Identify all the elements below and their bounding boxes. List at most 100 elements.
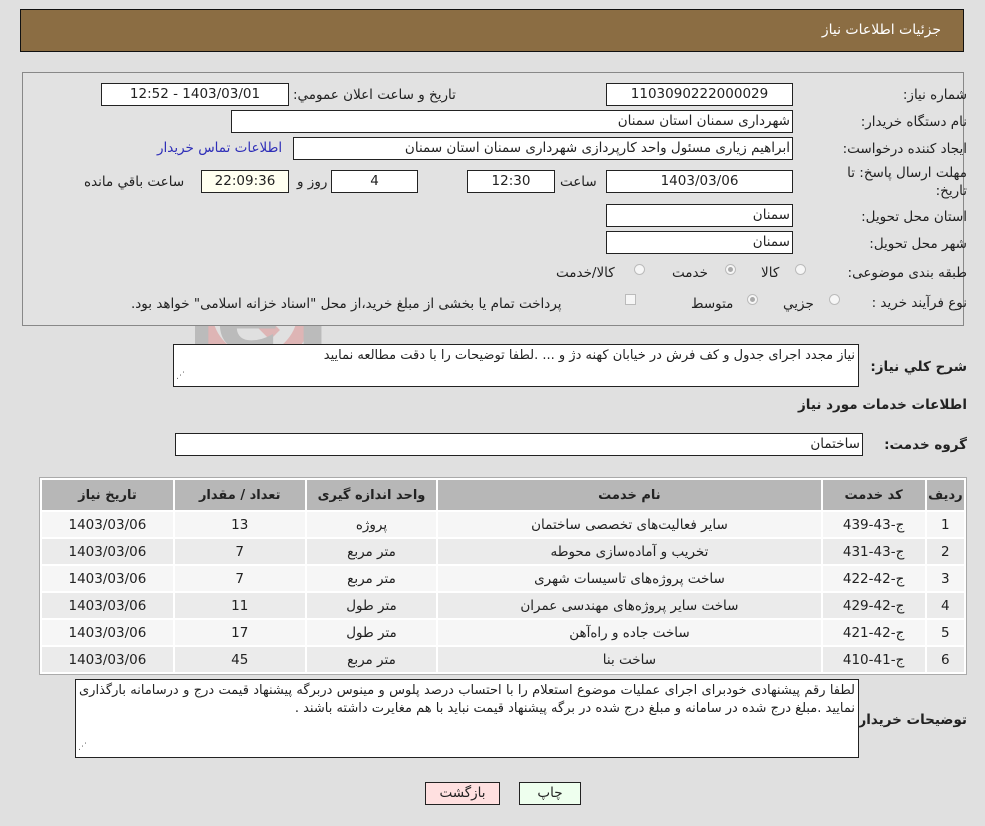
table-row: 6 ج-41-410 ساخت بنا متر مربع 45 1403/03/06 — [42, 647, 964, 672]
col-header-unit: واحد اندازه گيری — [306, 480, 437, 510]
table-row: 1 ج-43-439 سایر فعالیت‌های تخصصی ساختمان پر… — [42, 512, 964, 537]
cell-service-name: ساخت جاده و راه‌آهن — [438, 620, 821, 645]
buyer-contact-link[interactable]: اطلاعات تماس خريدار — [157, 140, 282, 156]
services-table: رديف کد خدمت نام خدمت واحد اندازه گيری ت… — [39, 477, 967, 675]
province-label: استان محل تحويل: — [861, 209, 967, 225]
category-option-service: خدمت — [672, 265, 708, 281]
cell-unit: پروژه — [306, 512, 437, 537]
deadline-label-2: تاریخ: — [935, 183, 967, 199]
category-radio-goods[interactable] — [795, 264, 806, 275]
cell-unit: متر مربع — [306, 539, 437, 564]
category-option-goods: کالا — [761, 265, 780, 281]
cell-quantity: 7 — [174, 566, 305, 591]
cell-row-number: 6 — [926, 647, 964, 672]
cell-service-code: ج-43-439 — [822, 512, 925, 537]
resize-grip-icon[interactable]: ⋰ — [78, 738, 87, 756]
cell-need-date: 1403/03/06 — [42, 647, 173, 672]
cell-quantity: 45 — [174, 647, 305, 672]
cell-service-code: ج-43-431 — [822, 539, 925, 564]
cell-need-date: 1403/03/06 — [42, 566, 173, 591]
col-header-need-date: تاريخ نياز — [42, 480, 173, 510]
requester-label: ايجاد کننده درخواست: — [842, 141, 967, 157]
buyer-notes-text: لطفا رقم پیشنهادی خودبرای اجرای عملیات م… — [79, 683, 855, 716]
cell-unit: متر مربع — [306, 566, 437, 591]
cell-unit: متر مربع — [306, 647, 437, 672]
cell-service-code: ج-41-410 — [822, 647, 925, 672]
page-header: جزئیات اطلاعات نیاز — [20, 9, 964, 52]
description-label: شرح کلي نياز: — [870, 359, 967, 375]
cell-service-name: تخریب و آماده‌سازی محوطه — [438, 539, 821, 564]
need-number-field[interactable]: 1103090222000029 — [606, 83, 793, 106]
resize-grip-icon[interactable]: ⋰ — [176, 367, 185, 385]
cell-service-code: ج-42-429 — [822, 593, 925, 618]
announce-datetime-label: تاریخ و ساعت اعلان عمومي: — [293, 87, 456, 103]
description-textarea[interactable]: نیاز مجدد اجرای جدول و کف فرش در خیابان … — [173, 344, 859, 387]
table-row: 3 ج-42-422 ساخت پروژه‌های تاسیسات شهری متر … — [42, 566, 964, 591]
cell-row-number: 4 — [926, 593, 964, 618]
deadline-label-1: مهلت ارسال پاسخ: تا — [847, 165, 967, 181]
cell-need-date: 1403/03/06 — [42, 620, 173, 645]
buyer-notes-label: توضيحات خريدار: — [853, 712, 967, 728]
col-header-quantity: تعداد / مقدار — [174, 480, 305, 510]
col-header-service-code: کد خدمت — [822, 480, 925, 510]
table-header-row: رديف کد خدمت نام خدمت واحد اندازه گيری ت… — [42, 480, 964, 510]
table-row: 4 ج-42-429 ساخت سایر پروژه‌های مهندسی عمرا… — [42, 593, 964, 618]
print-button[interactable]: چاپ — [519, 782, 581, 805]
purchase-option-minor: جزيي — [783, 296, 814, 312]
buyer-org-label: نام دستگاه خريدار: — [860, 114, 967, 130]
col-header-row-number: رديف — [926, 480, 964, 510]
cell-need-date: 1403/03/06 — [42, 512, 173, 537]
purchase-type-label: نوع فرآيند خريد : — [871, 295, 967, 311]
col-header-service-name: نام خدمت — [438, 480, 821, 510]
description-text: نیاز مجدد اجرای جدول و کف فرش در خیابان … — [323, 348, 855, 363]
cell-row-number: 3 — [926, 566, 964, 591]
category-radio-goods-service[interactable] — [634, 264, 645, 275]
cell-row-number: 1 — [926, 512, 964, 537]
days-label: روز و — [297, 174, 328, 190]
province-field[interactable]: سمنان — [606, 204, 793, 227]
cell-need-date: 1403/03/06 — [42, 539, 173, 564]
buyer-notes-textarea[interactable]: لطفا رقم پیشنهادی خودبرای اجرای عملیات م… — [75, 679, 859, 758]
page-title: جزئیات اطلاعات نیاز — [821, 22, 941, 38]
cell-service-name: سایر فعالیت‌های تخصصی ساختمان — [438, 512, 821, 537]
cell-quantity: 7 — [174, 539, 305, 564]
remaining-time-field: 22:09:36 — [201, 170, 289, 193]
cell-row-number: 2 — [926, 539, 964, 564]
city-label: شهر محل تحويل: — [869, 236, 967, 252]
services-section-title: اطلاعات خدمات مورد نياز — [797, 397, 967, 413]
category-option-goods-service: کالا/خدمت — [556, 265, 615, 281]
deadline-time-label: ساعت — [560, 174, 597, 190]
cell-service-code: ج-42-421 — [822, 620, 925, 645]
purchase-radio-minor[interactable] — [829, 294, 840, 305]
remaining-days-field[interactable]: 4 — [331, 170, 418, 193]
service-group-field[interactable]: ساختمان — [175, 433, 863, 456]
need-number-label: شماره نیاز: — [902, 87, 967, 103]
announce-datetime-field[interactable]: 1403/03/01 - 12:52 — [101, 83, 289, 106]
back-button[interactable]: بازگشت — [425, 782, 500, 805]
table-row: 5 ج-42-421 ساخت جاده و راه‌آهن متر طول 17 140… — [42, 620, 964, 645]
category-label: طبقه بندی موضوعی: — [847, 265, 967, 281]
purchase-radio-medium[interactable] — [747, 294, 758, 305]
deadline-time-field[interactable]: 12:30 — [467, 170, 555, 193]
cell-quantity: 13 — [174, 512, 305, 537]
treasury-note: پرداخت تمام یا بخشی از مبلغ خرید،از محل … — [131, 296, 562, 312]
treasury-checkbox[interactable] — [625, 294, 636, 305]
cell-quantity: 11 — [174, 593, 305, 618]
cell-unit: متر طول — [306, 593, 437, 618]
remaining-time-label: ساعت باقي مانده — [84, 174, 185, 190]
service-group-label: گروه خدمت: — [884, 437, 967, 453]
purchase-option-medium: متوسط — [691, 296, 734, 312]
city-field[interactable]: سمنان — [606, 231, 793, 254]
cell-row-number: 5 — [926, 620, 964, 645]
deadline-date-field[interactable]: 1403/03/06 — [606, 170, 793, 193]
buyer-org-field[interactable]: شهرداری سمنان استان سمنان — [231, 110, 793, 133]
cell-need-date: 1403/03/06 — [42, 593, 173, 618]
requester-field[interactable]: ابراهیم زیاری مسئول واحد کارپردازی شهردا… — [293, 137, 793, 160]
cell-service-name: ساخت بنا — [438, 647, 821, 672]
category-radio-service[interactable] — [725, 264, 736, 275]
cell-service-name: ساخت سایر پروژه‌های مهندسی عمران — [438, 593, 821, 618]
cell-service-code: ج-42-422 — [822, 566, 925, 591]
cell-service-name: ساخت پروژه‌های تاسیسات شهری — [438, 566, 821, 591]
cell-unit: متر طول — [306, 620, 437, 645]
cell-quantity: 17 — [174, 620, 305, 645]
